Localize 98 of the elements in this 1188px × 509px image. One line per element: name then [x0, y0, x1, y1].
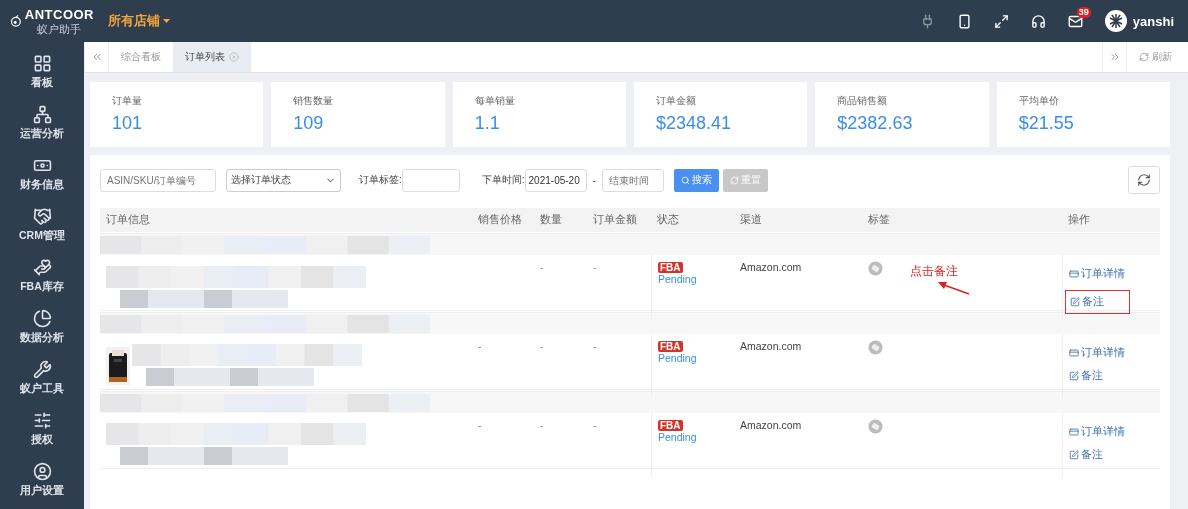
user-name[interactable]: yanshi — [1132, 13, 1174, 29]
sliders-icon — [32, 410, 52, 430]
stat-value: 101 — [112, 113, 144, 134]
network-icon — [32, 104, 52, 124]
column-header: 销售价格 — [477, 213, 523, 227]
table-cell: - — [540, 340, 544, 352]
column-header: 订单信息 — [105, 213, 151, 227]
table-cell: - — [540, 261, 544, 273]
status-text: Pending — [658, 273, 698, 285]
mail-icon[interactable] — [1067, 13, 1083, 29]
card-icon[interactable] — [1069, 348, 1079, 358]
status-text: Pending — [658, 352, 698, 364]
annotation-arrow — [938, 281, 970, 295]
date-label: 下单时间: — [481, 173, 525, 187]
status-text: Pending — [658, 431, 698, 443]
status-select[interactable]: 选择订单状态 — [226, 168, 341, 192]
hand-icon — [32, 257, 52, 277]
note-link[interactable]: 备注 — [1065, 290, 1130, 314]
tag-icon[interactable] — [868, 340, 883, 355]
column-header: 操作 — [1067, 213, 1091, 227]
reload-button[interactable] — [1128, 166, 1160, 194]
annotation-text: 点击备注 — [910, 263, 958, 280]
fullscreen-icon[interactable] — [993, 13, 1009, 29]
table-cell: - — [478, 419, 482, 431]
stat-value: $21.55 — [1018, 113, 1075, 134]
table-cell: - — [540, 419, 544, 431]
search-icon[interactable] — [680, 175, 690, 185]
logo-subtext: 蚁户助手 — [36, 23, 83, 37]
card-icon[interactable] — [1069, 427, 1079, 437]
table-cell: - — [593, 419, 597, 431]
sidebar-item[interactable]: 用户设置 — [0, 454, 84, 505]
sidebar-item[interactable]: 授权 — [0, 403, 84, 454]
sidebar-item[interactable]: 数据分析 — [0, 301, 84, 352]
column-header: 渠道 — [739, 213, 763, 227]
stat-label: 商品销售额 — [837, 94, 889, 108]
column-header: 数量 — [539, 213, 563, 227]
detail-link[interactable]: 订单详情 — [1069, 425, 1125, 439]
table-cell: - — [478, 340, 482, 352]
sidebar-item[interactable]: 看板 — [0, 46, 84, 97]
stat-label: 订单金额 — [656, 94, 697, 108]
start-date-field[interactable]: 2021-05-20 — [524, 168, 587, 192]
search-field[interactable]: ASIN/SKU/订单编号 — [100, 168, 216, 192]
fba-badge: FBA — [658, 262, 683, 273]
scroll-right-button[interactable] — [1102, 42, 1127, 72]
sidebar-item[interactable]: 运营分析 — [0, 97, 84, 148]
grid-icon — [32, 53, 52, 73]
detail-link[interactable]: 订单详情 — [1069, 267, 1125, 281]
pie-chart-icon — [32, 308, 52, 328]
wrench-icon — [32, 359, 52, 379]
stat-label: 每单销量 — [474, 94, 516, 108]
close-icon[interactable] — [229, 52, 239, 62]
caret-icon[interactable] — [163, 19, 170, 23]
tag-label: 订单标签: — [359, 173, 402, 187]
stat-label: 平均单价 — [1018, 94, 1060, 108]
column-header: 状态 — [656, 213, 680, 227]
stat-label: 订单量 — [112, 94, 143, 108]
column-header: 标签 — [867, 213, 891, 227]
edit-icon[interactable] — [1069, 450, 1079, 460]
double-chevron-right-icon[interactable] — [1108, 51, 1121, 63]
edit-icon[interactable] — [1070, 297, 1080, 307]
stat-value: $2348.41 — [656, 113, 733, 134]
note-link[interactable]: 备注 — [1069, 369, 1103, 383]
channel-text: Amazon.com — [740, 340, 802, 352]
table-cell: - — [593, 340, 597, 352]
logo-icon — [10, 13, 22, 29]
headphones-icon[interactable] — [1030, 13, 1046, 29]
sidebar-item[interactable]: FBA库存 — [0, 250, 84, 301]
logo-text: ANTCOOR — [24, 7, 94, 22]
channel-text: Amazon.com — [740, 419, 802, 431]
phone-icon[interactable] — [956, 13, 972, 29]
edit-icon[interactable] — [1069, 371, 1079, 381]
column-header: 订单金额 — [592, 213, 638, 227]
notification-badge: 39 — [1076, 6, 1091, 18]
channel-text: Amazon.com — [740, 261, 802, 273]
table-cell: - — [593, 261, 597, 273]
user-icon — [32, 461, 52, 481]
refresh-icon[interactable] — [1137, 173, 1151, 187]
sidebar-item[interactable]: CRM管理 — [0, 199, 84, 250]
detail-link[interactable]: 订单详情 — [1069, 346, 1125, 360]
tag-field[interactable] — [401, 168, 460, 192]
note-link[interactable]: 备注 — [1069, 448, 1103, 462]
card-icon[interactable] — [1069, 269, 1079, 279]
store-selector[interactable]: 所有店铺 — [102, 11, 176, 31]
stat-label: 销售数量 — [293, 94, 335, 108]
sidebar-item[interactable]: 财务信息 — [0, 148, 84, 199]
stat-value: $2382.63 — [837, 113, 914, 134]
stat-value: 109 — [293, 113, 325, 134]
tab[interactable]: 订单列表 — [173, 42, 251, 72]
stat-value: 1.1 — [474, 113, 501, 134]
avatar-icon[interactable] — [1104, 10, 1127, 32]
date-separator: - — [592, 174, 596, 186]
tag-icon[interactable] — [868, 261, 883, 276]
end-date-field[interactable]: 结束时间 — [601, 168, 664, 192]
fba-badge: FBA — [658, 341, 683, 352]
sidebar-item[interactable]: 蚁户工具 — [0, 352, 84, 403]
fba-badge: FBA — [658, 420, 683, 431]
tag-icon[interactable] — [868, 419, 883, 434]
handshake-icon — [32, 206, 52, 226]
